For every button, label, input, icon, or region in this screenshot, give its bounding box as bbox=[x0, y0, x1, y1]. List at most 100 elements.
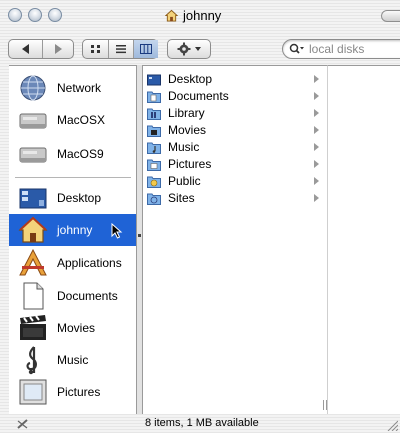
disclosure-arrow-icon bbox=[314, 194, 319, 202]
disclosure-arrow-icon bbox=[314, 160, 319, 168]
title-bar[interactable]: johnny bbox=[0, 0, 400, 30]
resize-grip-icon bbox=[138, 234, 141, 237]
sidebar-item-pictures[interactable]: Pictures bbox=[9, 376, 136, 408]
browser-column-empty bbox=[327, 65, 400, 414]
document-icon bbox=[23, 282, 44, 310]
picture-frame-icon bbox=[19, 379, 47, 405]
music-folder-icon bbox=[147, 142, 161, 154]
applications-icon bbox=[19, 248, 47, 276]
column-item-label: Pictures bbox=[168, 157, 212, 171]
desktop-icon bbox=[19, 188, 47, 209]
column-item-library[interactable]: Library bbox=[143, 106, 327, 120]
sidebar-item-johnny[interactable]: johnny bbox=[9, 214, 136, 246]
sidebar-item-documents[interactable]: Documents bbox=[9, 280, 136, 312]
finder-window: johnny local disks Network MacOSX MacOS9… bbox=[0, 0, 400, 433]
zoom-button[interactable] bbox=[48, 8, 62, 22]
column-item-sites[interactable]: Sites bbox=[143, 191, 327, 205]
back-arrow-icon bbox=[22, 44, 29, 54]
disclosure-arrow-icon bbox=[314, 143, 319, 151]
minimize-button[interactable] bbox=[28, 8, 42, 22]
column-item-label: Sites bbox=[168, 191, 195, 205]
pictures-folder-icon bbox=[147, 159, 161, 171]
icon-view-button[interactable] bbox=[83, 40, 108, 58]
browser-column: Desktop Documents Library Movies Music P… bbox=[143, 65, 327, 414]
column-item-documents[interactable]: Documents bbox=[143, 89, 327, 103]
window-title: johnny bbox=[165, 7, 221, 23]
close-button[interactable] bbox=[8, 8, 22, 22]
toolbar-toggle-button[interactable] bbox=[381, 10, 400, 22]
search-placeholder: local disks bbox=[309, 42, 365, 56]
sidebar-item-label: Movies bbox=[57, 321, 96, 335]
column-item-movies[interactable]: Movies bbox=[143, 123, 327, 137]
window-title-text: johnny bbox=[183, 7, 222, 23]
sidebar-item-network[interactable]: Network bbox=[9, 72, 136, 104]
resize-grip-icon[interactable] bbox=[386, 419, 398, 431]
sidebar-item-label: johnny bbox=[57, 223, 93, 237]
sidebar-item-label: Pictures bbox=[57, 385, 101, 399]
column-item-label: Movies bbox=[168, 123, 207, 137]
column-item-label: Public bbox=[168, 174, 201, 188]
hard-disk-icon bbox=[19, 147, 47, 163]
sidebar-item-label: Applications bbox=[57, 256, 122, 270]
sidebar-splitter[interactable] bbox=[136, 65, 143, 414]
sidebar-item-macosx[interactable]: MacOSX bbox=[9, 104, 136, 136]
sidebar-item-label: Music bbox=[57, 353, 89, 367]
sidebar-item-macos9[interactable]: MacOS9 bbox=[9, 138, 136, 170]
list-view-icon bbox=[116, 45, 126, 54]
column-view-button[interactable] bbox=[133, 40, 158, 58]
sidebar-item-label: MacOSX bbox=[57, 113, 106, 127]
music-clef-icon bbox=[26, 346, 37, 375]
hard-disk-icon bbox=[19, 113, 47, 129]
column-item-label: Music bbox=[168, 140, 200, 154]
column-item-pictures[interactable]: Pictures bbox=[143, 157, 327, 171]
sidebar-item-label: Desktop bbox=[57, 191, 102, 205]
column-item-label: Documents bbox=[168, 89, 229, 103]
forward-button[interactable] bbox=[42, 40, 74, 58]
sidebar-item-applications[interactable]: Applications bbox=[9, 247, 136, 279]
forward-arrow-icon bbox=[55, 44, 62, 54]
sidebar-item-label: Network bbox=[57, 81, 102, 95]
disclosure-arrow-icon bbox=[314, 109, 319, 117]
status-text: 8 items, 1 MB available bbox=[145, 417, 259, 429]
public-folder-icon bbox=[147, 176, 161, 188]
back-forward-control bbox=[8, 39, 74, 59]
column-item-label: Desktop bbox=[168, 72, 213, 86]
library-folder-icon bbox=[147, 108, 161, 120]
sidebar: Network MacOSX MacOS9 Desktop johnny App… bbox=[9, 65, 136, 414]
clapperboard-icon bbox=[20, 315, 46, 340]
sites-folder-icon bbox=[147, 193, 161, 205]
column-item-music[interactable]: Music bbox=[143, 140, 327, 154]
gear-icon bbox=[177, 42, 191, 56]
sidebar-divider bbox=[15, 177, 131, 178]
column-item-public[interactable]: Public bbox=[143, 174, 327, 188]
view-mode-control bbox=[82, 39, 158, 59]
network-globe-icon bbox=[20, 75, 46, 101]
disclosure-arrow-icon bbox=[314, 126, 319, 134]
column-item-label: Library bbox=[168, 106, 205, 120]
chevron-down-icon bbox=[195, 47, 201, 51]
icon-view-icon bbox=[90, 45, 100, 53]
desktop-folder-icon bbox=[147, 74, 161, 85]
disclosure-arrow-icon bbox=[314, 92, 319, 100]
search-icon bbox=[289, 43, 304, 54]
list-view-button[interactable] bbox=[108, 40, 133, 58]
sidebar-item-movies[interactable]: Movies bbox=[9, 312, 136, 344]
mouse-cursor-icon bbox=[111, 223, 123, 239]
back-button[interactable] bbox=[9, 40, 42, 58]
documents-folder-icon bbox=[147, 91, 161, 103]
sidebar-item-desktop[interactable]: Desktop bbox=[9, 182, 136, 214]
column-view-icon bbox=[140, 44, 152, 54]
action-menu-button[interactable] bbox=[167, 39, 211, 59]
status-bar: 8 items, 1 MB available bbox=[0, 414, 400, 433]
sidebar-item-music[interactable]: Music bbox=[9, 344, 136, 376]
disclosure-arrow-icon bbox=[314, 177, 319, 185]
column-item-desktop[interactable]: Desktop bbox=[143, 72, 327, 86]
disclosure-arrow-icon bbox=[314, 75, 319, 83]
home-icon bbox=[18, 216, 48, 243]
search-field[interactable]: local disks bbox=[282, 39, 400, 59]
sidebar-item-label: MacOS9 bbox=[57, 147, 104, 161]
movies-folder-icon bbox=[147, 125, 161, 137]
home-icon bbox=[165, 9, 178, 22]
sidebar-item-label: Documents bbox=[57, 289, 118, 303]
no-write-pencil-icon bbox=[17, 419, 28, 429]
